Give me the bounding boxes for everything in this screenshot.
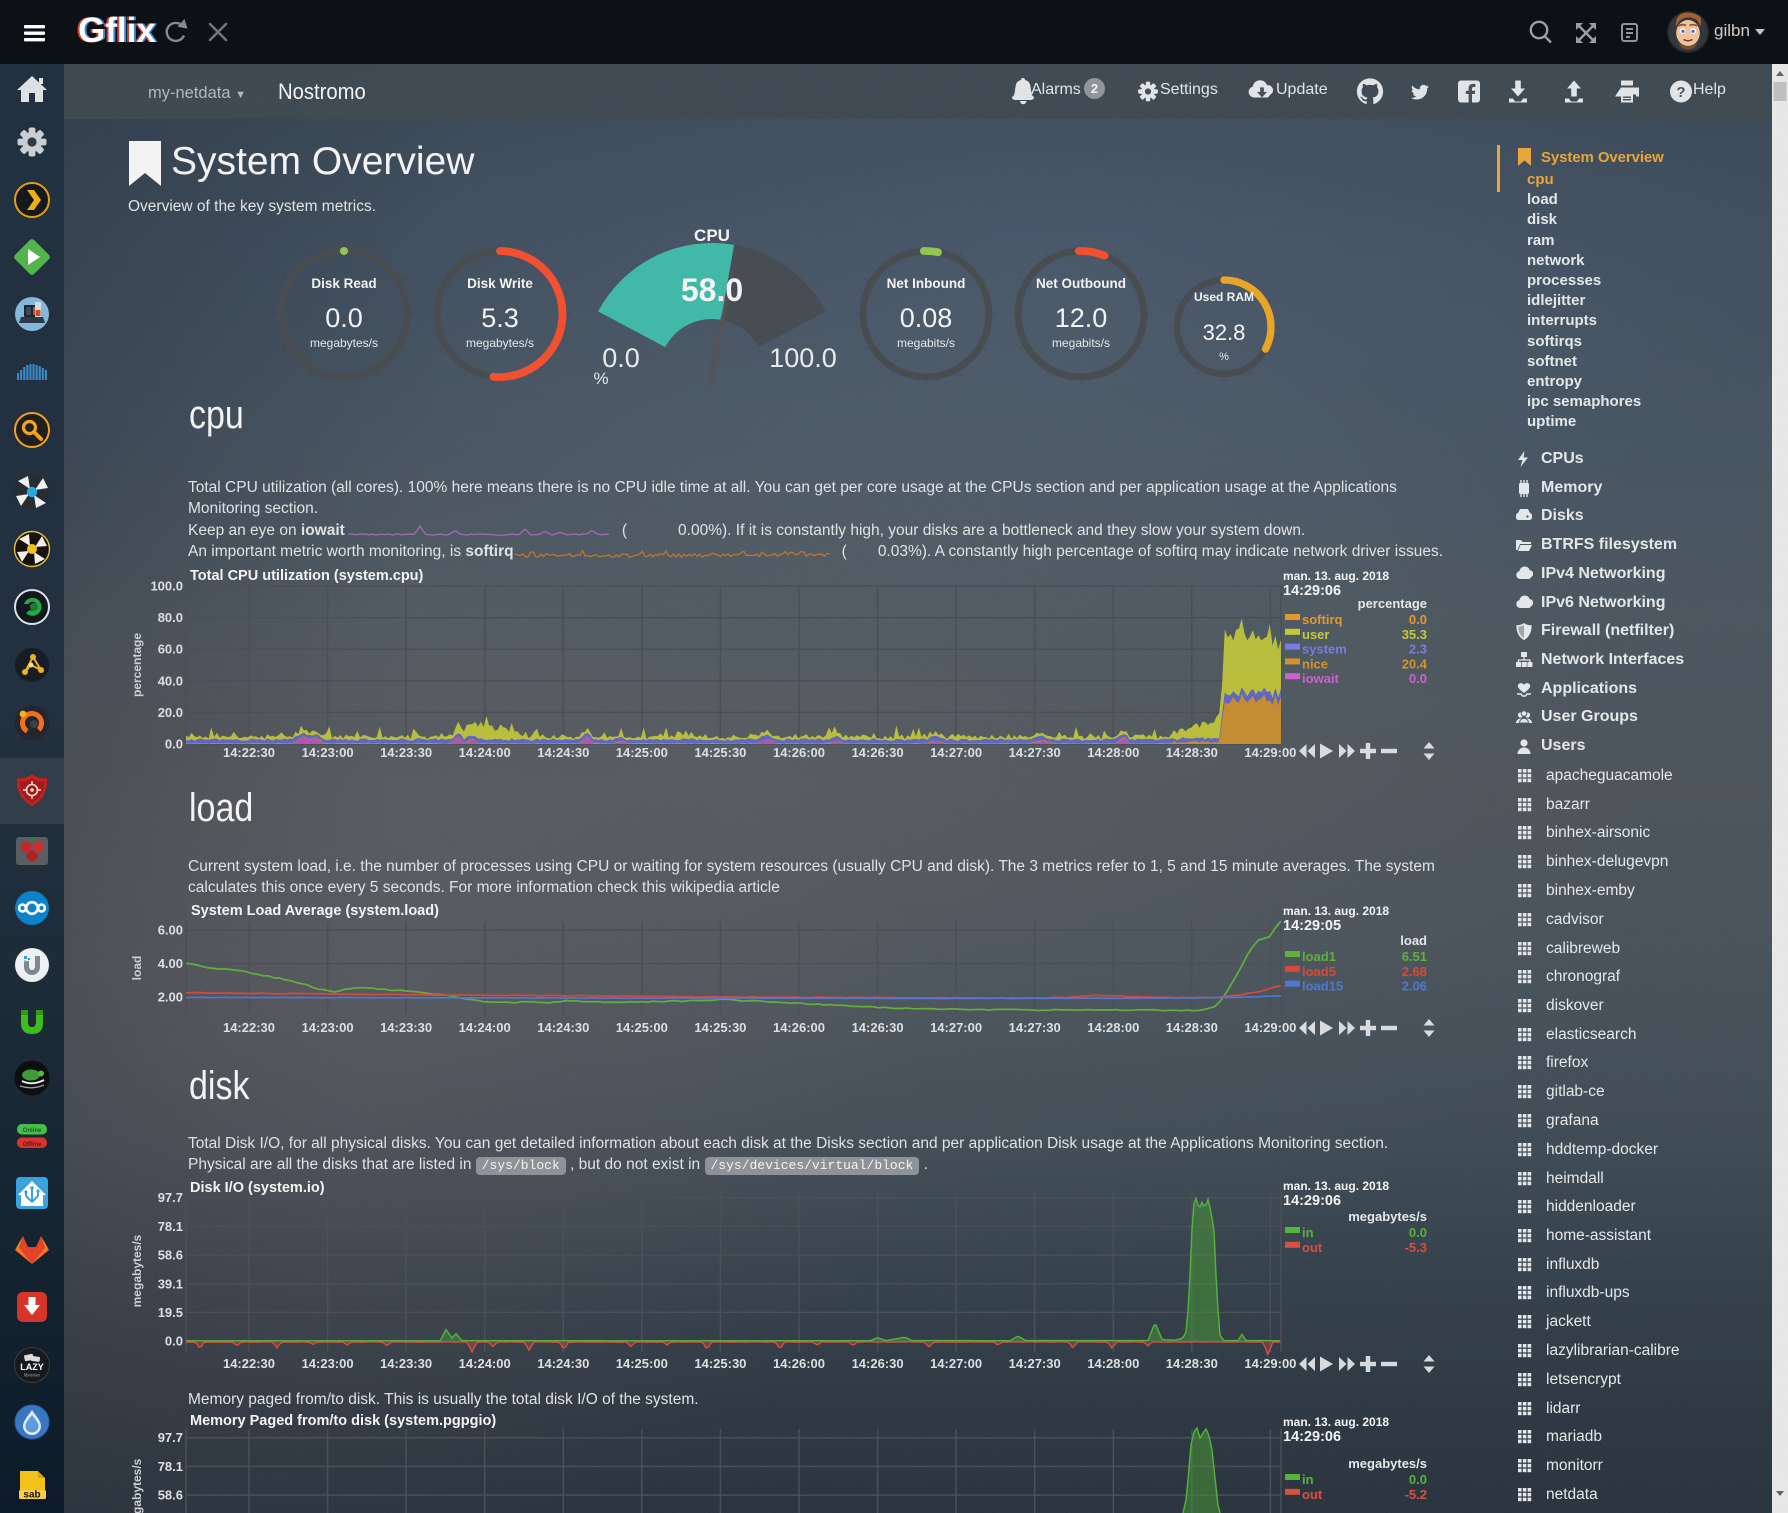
svg-text:Offline: Offline	[23, 1142, 43, 1148]
svg-text:Online: Online	[23, 1128, 42, 1134]
svg-text:librarian: librarian	[24, 1373, 41, 1378]
svg-text:?: ?	[1676, 84, 1685, 101]
svg-text:LAZY: LAZY	[20, 1362, 44, 1372]
svg-text:sab: sab	[23, 1490, 40, 1501]
